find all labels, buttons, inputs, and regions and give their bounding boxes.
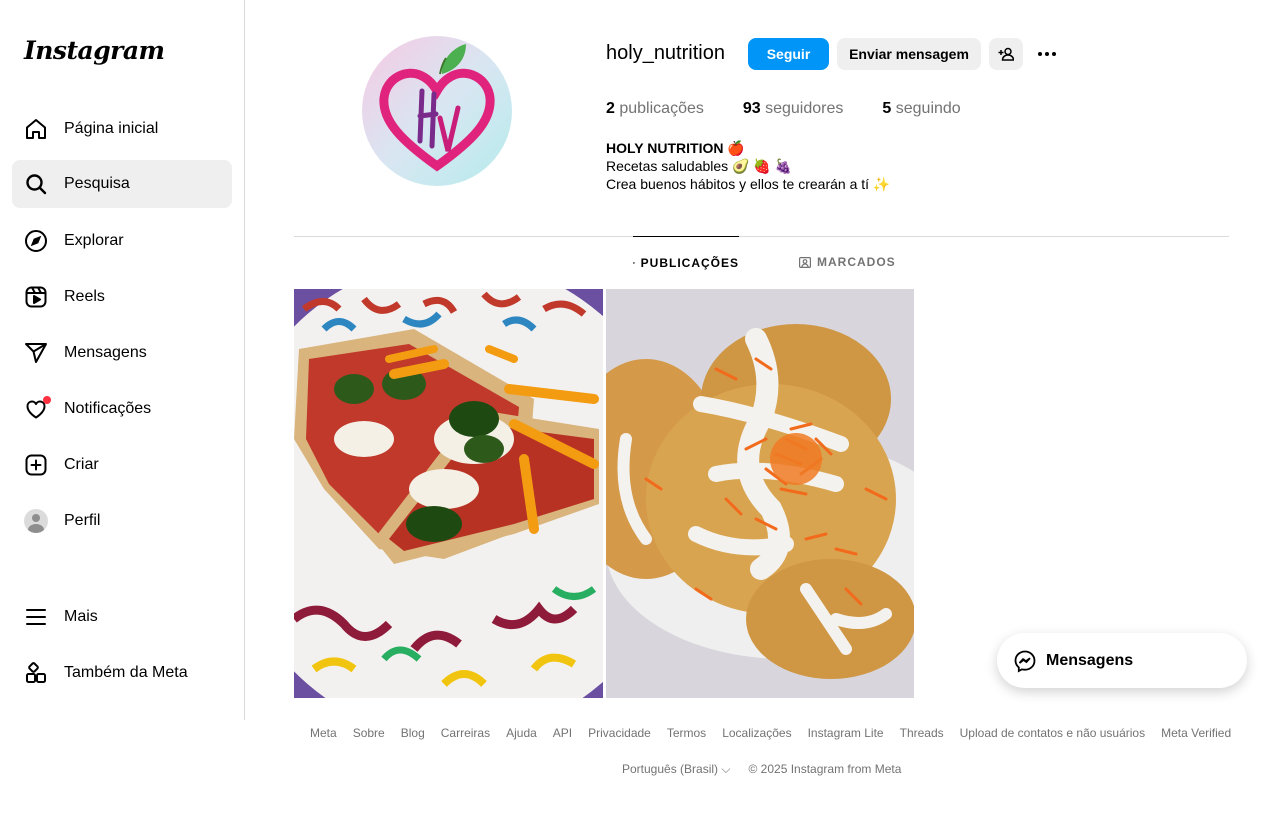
- bio-name: HOLY NUTRITION 🍎: [606, 140, 745, 156]
- footer-link[interactable]: Upload de contatos e não usuários: [960, 726, 1145, 740]
- profile-stats: 2 publicações 93 seguidores 5 seguindo: [606, 100, 1000, 118]
- sidebar-item-profile[interactable]: Perfil: [12, 497, 232, 545]
- post-thumbnail-pizza[interactable]: [294, 289, 603, 698]
- profile-username: holy_nutrition: [606, 42, 725, 64]
- sidebar-item-label: Mensagens: [64, 344, 147, 361]
- footer-link[interactable]: Ajuda: [506, 726, 537, 740]
- sidebar-item-label: Criar: [64, 456, 99, 473]
- more-dots-icon: [1038, 52, 1056, 56]
- add-user-icon: [998, 47, 1014, 61]
- sidebar-item-label: Pesquisa: [64, 175, 130, 192]
- footer-links: Meta Sobre Blog Carreiras Ajuda API Priv…: [310, 726, 1247, 740]
- send-message-button[interactable]: Enviar mensagem: [837, 38, 981, 70]
- profile-picture[interactable]: [362, 36, 512, 186]
- tab-tagged[interactable]: MARCADOS: [799, 236, 899, 288]
- messages-pill-button[interactable]: Mensagens: [997, 633, 1247, 688]
- footer-link[interactable]: Localizações: [722, 726, 791, 740]
- following-link[interactable]: 5 seguindo: [882, 100, 960, 118]
- footer-link[interactable]: API: [553, 726, 572, 740]
- plus-square-icon: [23, 452, 49, 478]
- sidebar-item-label: Página inicial: [64, 120, 159, 137]
- bio-line: Crea buenos hábitos y ellos te crearán a…: [606, 176, 891, 192]
- heart-icon: [23, 396, 51, 422]
- follow-button[interactable]: Seguir: [748, 38, 829, 70]
- send-icon: [23, 340, 49, 366]
- sidebar-item-create[interactable]: Criar: [12, 441, 232, 489]
- sidebar-item-explore[interactable]: Explorar: [12, 217, 232, 265]
- footer-link[interactable]: Termos: [667, 726, 706, 740]
- sidebar-item-label: Também da Meta: [64, 664, 188, 681]
- footer-bottom: Português (Brasil) ⌵ © 2025 Instagram fr…: [622, 762, 901, 777]
- pizza-photo: [294, 289, 603, 698]
- sidebar-item-search[interactable]: Pesquisa: [12, 160, 232, 208]
- footer-link[interactable]: Blog: [401, 726, 425, 740]
- footer-link[interactable]: Privacidade: [588, 726, 651, 740]
- copyright: © 2025 Instagram from Meta: [748, 762, 902, 776]
- chevron-down-icon: ⌵: [721, 762, 731, 776]
- footer-link[interactable]: Threads: [900, 726, 944, 740]
- meta-apps-icon: [23, 660, 49, 686]
- sidebar-item-label: Mais: [64, 608, 98, 625]
- post-thumbnail-pancakes[interactable]: [606, 289, 914, 698]
- more-options-button[interactable]: [1031, 38, 1063, 70]
- sidebar-item-home[interactable]: Página inicial: [12, 105, 232, 153]
- bio-line: Recetas saludables 🥑 🍓 🍇: [606, 158, 793, 174]
- footer-link[interactable]: Sobre: [353, 726, 385, 740]
- sidebar-item-messages[interactable]: Mensagens: [12, 329, 232, 377]
- tab-label: MARCADOS: [817, 255, 896, 269]
- messages-pill-label: Mensagens: [1046, 651, 1134, 669]
- sidebar-item-label: Notificações: [64, 400, 152, 417]
- sidebar-item-also-from-meta[interactable]: Também da Meta: [12, 649, 232, 697]
- pancakes-photo: [606, 289, 914, 698]
- footer-link[interactable]: Carreiras: [441, 726, 490, 740]
- tab-posts[interactable]: PUBLICAÇÕES: [633, 236, 739, 288]
- sidebar-item-more[interactable]: Mais: [12, 593, 232, 641]
- notification-dot: [43, 396, 51, 404]
- reels-icon: [23, 284, 49, 310]
- instagram-logo[interactable]: Instagram: [24, 36, 165, 65]
- holy-nutrition-logo: [379, 44, 495, 172]
- sidebar-item-reels[interactable]: Reels: [12, 273, 232, 321]
- footer-link[interactable]: Meta Verified: [1161, 726, 1231, 740]
- sidebar-item-label: Explorar: [64, 232, 124, 249]
- tab-label: PUBLICAÇÕES: [640, 255, 739, 270]
- footer-link[interactable]: Meta: [310, 726, 337, 740]
- sidebar: Instagram Página inicial Pesquisa Explor…: [0, 0, 245, 720]
- profile-bio: HOLY NUTRITION 🍎 Recetas saludables 🥑 🍓 …: [606, 139, 890, 193]
- menu-icon: [23, 604, 49, 630]
- compass-icon: [23, 228, 49, 254]
- language-select[interactable]: Português (Brasil) ⌵: [622, 762, 731, 777]
- tagged-icon: [799, 257, 811, 268]
- suggested-users-button[interactable]: [989, 38, 1023, 70]
- avatar: [24, 509, 48, 533]
- sidebar-item-notifications[interactable]: Notificações: [12, 385, 232, 433]
- posts-count: 2 publicações: [606, 100, 704, 117]
- sidebar-item-label: Reels: [64, 288, 105, 305]
- followers-link[interactable]: 93 seguidores: [743, 100, 844, 118]
- sidebar-item-label: Perfil: [64, 512, 101, 529]
- tabs-divider: [294, 236, 1229, 237]
- home-icon: [23, 116, 49, 142]
- footer-link[interactable]: Instagram Lite: [808, 726, 884, 740]
- grid-icon: [633, 261, 635, 264]
- messenger-icon: [1014, 650, 1036, 673]
- search-icon: [23, 171, 49, 197]
